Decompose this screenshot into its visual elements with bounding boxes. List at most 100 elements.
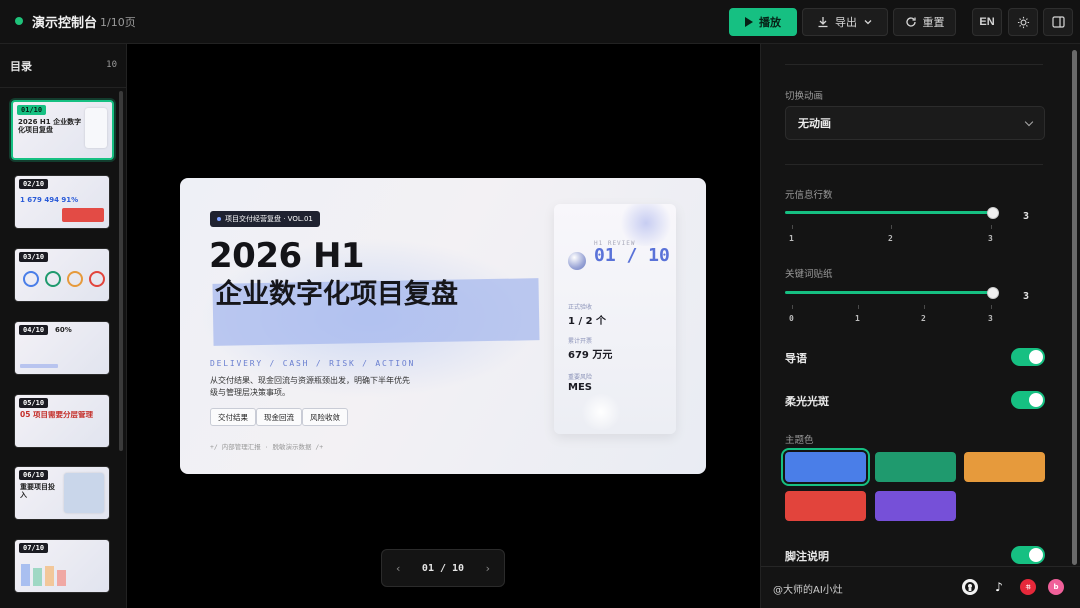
slide-heading: 企业数字化项目复盘 [215,279,458,310]
card-blob [580,394,622,430]
thumbnail-red-block [62,208,104,222]
thumbnail-bar [20,364,58,368]
toggle-panel-button[interactable] [1043,8,1073,36]
chevron-left-icon[interactable]: ‹ [396,562,400,575]
tick-mark [991,225,992,229]
theme-swatch-purple[interactable] [875,491,956,521]
play-label: 播放 [759,17,781,29]
card-value: MES [568,382,592,393]
sticky-notes-value: 3 [1023,291,1030,302]
transition-value: 无动画 [798,117,831,130]
keyword-chip: 风险收敛 [302,408,348,426]
tick-label: 2 [921,314,926,323]
thumbnail-badge: 07/10 [19,543,49,553]
thumbnail-badge: 04/10 [19,325,49,335]
github-icon[interactable] [962,579,978,595]
slide-keywords: DELIVERY / CASH / RISK / ACTION [210,359,416,368]
slide-tag: 项目交付经营复盘 · VOL.01 [210,211,320,227]
card-value: 1 / 2 个 [568,316,607,327]
slide-sidebar: 目录 10 01/10 2026 H1 企业数字化项目复盘 02/10 1 67… [0,44,127,608]
export-label: 导出 [835,17,857,29]
tick-mark [792,305,793,309]
tick-label: 3 [988,234,993,243]
theme-swatch-red[interactable] [785,491,866,521]
author-credit: @大师的AI小灶 [773,585,843,596]
language-button[interactable]: EN [972,8,1002,36]
thumbnail-slide-1[interactable]: 01/10 2026 H1 企业数字化项目复盘 [11,100,114,160]
card-value: 679 万元 [568,350,613,361]
slide-title: 2026 H1 [209,236,365,276]
toggle-knob [1029,350,1043,364]
sticky-notes-slider-thumb[interactable] [987,287,999,299]
thumbnail-text: 1 679 494 91% [20,196,79,204]
intro-label: 导语 [785,352,807,365]
thumbnail-card [85,108,107,148]
intro-toggle[interactable] [1011,348,1045,366]
thumbnail-badge: 01/10 [17,105,47,115]
tick-mark [991,305,992,309]
current-slide: 项目交付经营复盘 · VOL.01 2026 H1 企业数字化项目复盘 DELI… [180,178,706,474]
card-page-number: 01 / 10 [594,245,670,266]
settings-panel: 切换动画 无动画 元信息行数 3 1 2 3 关键词贴纸 3 0 1 2 3 导… [760,44,1080,608]
thumbnail-bars [21,564,66,586]
play-button[interactable]: 播放 [729,8,797,36]
thumbnail-slide-5[interactable]: 05/10 05 项目需要分层管理 [14,394,110,448]
tick-label: 3 [988,314,993,323]
thumbnail-text: 2026 H1 企业数字化项目复盘 [18,118,82,135]
orb-icon [568,252,586,270]
app-title: 演示控制台 [32,16,98,31]
status-dot [15,17,23,25]
chevron-down-icon [864,20,872,25]
tag-dot-icon [217,217,221,221]
thumbnail-slide-3[interactable]: 03/10 [14,248,110,302]
slide-description: 从交付结果、现金回流与资源瓶颈出发，明确下半年优先级与管理层决策事项。 [210,376,410,397]
reset-label: 重置 [922,17,945,29]
tick-label: 0 [789,314,794,323]
thumbnail-slide-7[interactable]: 07/10 [14,539,110,593]
meta-rows-value: 3 [1023,211,1030,222]
top-bar: 演示控制台 1/10页 播放 导出 重置 EN [0,0,1080,44]
divider [785,64,1043,65]
download-icon [818,17,828,28]
theme-swatch-blue[interactable] [781,448,870,486]
keyword-chip: 交付结果 [210,408,256,426]
thumbnail-text: 05 项目需要分层管理 [20,411,94,419]
sidebar-header: 目录 10 [0,44,127,88]
pager-current: 01 / 10 [421,562,465,574]
thumbnail-badge: 06/10 [19,470,49,480]
footnote-label: 脚注说明 [785,550,829,563]
chevron-right-icon[interactable]: › [486,562,490,575]
export-button[interactable]: 导出 [802,8,888,36]
footnote-toggle[interactable] [1011,546,1045,564]
theme-toggle-button[interactable] [1008,8,1038,36]
tick-mark [924,305,925,309]
card-label: 重要风险 [568,374,593,381]
reset-button[interactable]: 重置 [893,8,956,36]
panel-footer: @大师的AI小灶 ♪ 书 b [761,566,1080,608]
thumbnail-slide-2[interactable]: 02/10 1 679 494 91% [14,175,110,229]
sidebar-scrollbar[interactable] [119,91,123,451]
thumbnail-slide-6[interactable]: 06/10 重要项目投入 [14,466,110,520]
meta-rows-slider[interactable] [785,211,991,214]
sticky-notes-slider[interactable] [785,291,991,294]
tick-label: 2 [888,234,893,243]
meta-rows-slider-thumb[interactable] [987,207,999,219]
transition-select[interactable]: 无动画 [785,106,1045,140]
panel-scrollbar[interactable] [1072,50,1077,565]
sidebar-panel-icon [1051,16,1065,28]
thumbnail-photo [64,473,104,513]
slide-pager: ‹ 01 / 10 › [381,549,505,587]
keyword-chip: 现金回流 [256,408,302,426]
soft-glow-toggle[interactable] [1011,391,1045,409]
page-indicator: 1/10页 [100,16,136,29]
card-label: 累计开票 [568,338,593,345]
theme-swatch-green[interactable] [875,452,956,482]
xiaohongshu-icon[interactable]: 书 [1020,579,1036,595]
divider [785,164,1043,165]
theme-swatch-orange[interactable] [964,452,1045,482]
thumbnail-slide-4[interactable]: 04/10 60% [14,321,110,375]
bilibili-icon[interactable]: b [1048,579,1064,595]
slide-footer: +/ 内部管理汇报 · 脱敏演示数据 /+ [210,443,324,451]
tiktok-icon[interactable]: ♪ [991,579,1007,595]
sticky-notes-label: 关键词贴纸 [785,269,833,280]
